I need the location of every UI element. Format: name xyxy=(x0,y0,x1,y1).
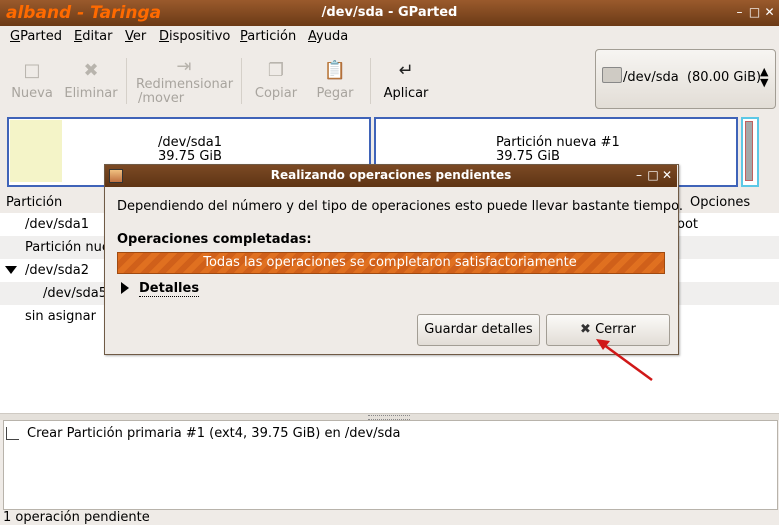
paste-icon: 📋 xyxy=(323,60,347,81)
apply-button[interactable]: ↵ Aplicar xyxy=(371,56,441,101)
details-expander[interactable]: Detalles xyxy=(139,281,200,297)
create-partition-icon xyxy=(6,427,19,440)
minimize-icon[interactable]: – xyxy=(733,6,746,19)
resize-move-button[interactable]: ⇥ Redimensionar/mover xyxy=(136,56,233,106)
progress-text: Todas las operaciones se completaron sat… xyxy=(203,255,577,270)
delete-icon: ✖ xyxy=(83,60,99,81)
unallocated-fill xyxy=(745,121,753,181)
row-partition: sin asignar xyxy=(25,309,96,324)
partition-block-new-label: Partición nueva #1 39.75 GiB xyxy=(496,135,620,164)
resize-icon: ⇥ xyxy=(176,56,192,77)
arrow-shaft xyxy=(599,340,653,382)
menu-editar[interactable]: Editar xyxy=(74,29,113,44)
apply-icon: ↵ xyxy=(398,60,414,81)
menu-particion[interactable]: Partición xyxy=(240,29,296,44)
dialog-title: Realizando operaciones pendientes xyxy=(270,168,512,182)
expander-down-icon[interactable] xyxy=(5,266,17,274)
column-header-partition[interactable]: Partición xyxy=(6,195,62,210)
save-details-button[interactable]: Guardar detalles xyxy=(417,314,540,346)
harddisk-icon xyxy=(602,67,622,83)
menu-ver[interactable]: Ver xyxy=(125,29,146,44)
device-selector-label: /dev/sda (80.00 GiB) xyxy=(623,70,762,85)
dialog-close-icon[interactable]: ✕ xyxy=(661,169,673,181)
close-window-icon[interactable]: ✕ xyxy=(763,6,776,19)
save-details-label: Guardar detalles xyxy=(424,322,533,337)
menu-dispositivo[interactable]: Dispositivo xyxy=(159,29,230,44)
status-text: 1 operación pendiente xyxy=(3,510,150,525)
dialog-minimize-icon[interactable]: – xyxy=(633,169,645,181)
paste-button[interactable]: 📋 Pegar xyxy=(300,56,370,101)
menu-gparted[interactable]: GParted xyxy=(10,29,62,44)
row-partition: /dev/sda1 xyxy=(25,217,89,232)
delete-partition-button[interactable]: ✖ Eliminar xyxy=(56,56,126,101)
expander-right-icon[interactable] xyxy=(121,282,129,294)
row-flags: oot xyxy=(677,217,699,232)
row-partition: /dev/sda2 xyxy=(25,263,89,278)
combo-arrows-icon: ▲ ▼ xyxy=(760,65,769,89)
column-header-flags[interactable]: Opciones xyxy=(690,195,750,210)
window-title: /dev/sda - GParted xyxy=(321,5,458,20)
dialog-message: Dependiendo del número y del tipo de ope… xyxy=(117,199,684,214)
menu-bar xyxy=(0,26,779,47)
operation-item[interactable]: Crear Partición primaria #1 (ext4, 39.75… xyxy=(27,426,401,441)
partition-block-sda1-label: /dev/sda1 39.75 GiB xyxy=(158,135,222,164)
partition-usage-fill xyxy=(10,120,62,182)
row-partition: /dev/sda5 xyxy=(43,286,107,301)
menu-ayuda[interactable]: Ayuda xyxy=(308,29,348,44)
maximize-icon[interactable]: □ xyxy=(748,6,761,19)
completed-label: Operaciones completadas: xyxy=(117,232,312,247)
row-partition: Partición nue xyxy=(25,240,110,255)
annotation-arrow xyxy=(596,339,653,382)
toolbar-separator xyxy=(126,58,127,104)
dialog-maximize-icon[interactable]: □ xyxy=(647,169,659,181)
